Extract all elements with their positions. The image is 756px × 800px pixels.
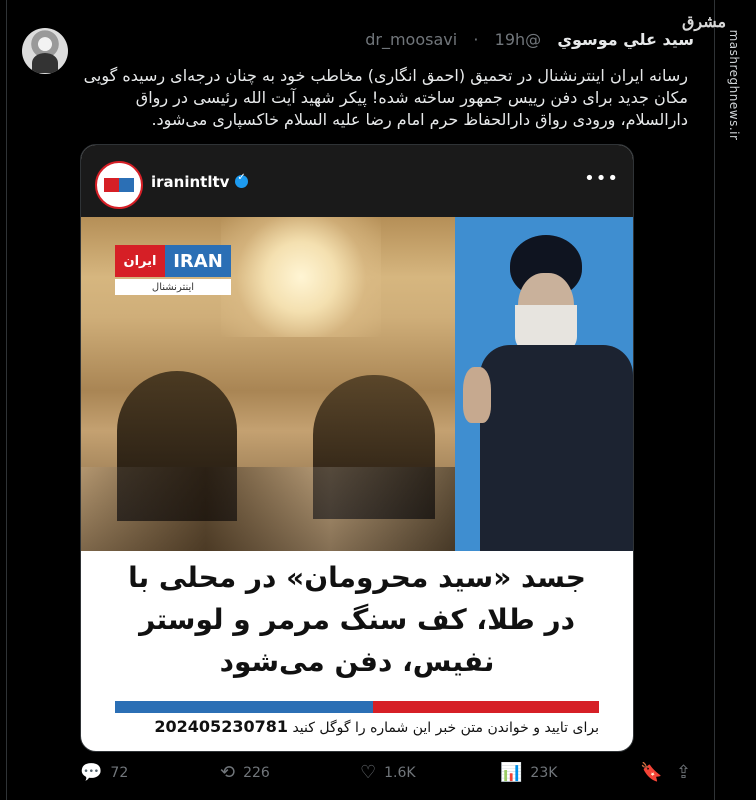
- card-footer: برای تایید و خواندن متن خبر این شماره را…: [154, 717, 599, 736]
- bookmark-button[interactable]: 🔖: [640, 764, 662, 782]
- like-button[interactable]: ♡ 1.6K: [360, 764, 416, 782]
- crowd-image: [81, 467, 455, 551]
- heart-icon: ♡: [360, 762, 377, 783]
- share-icon: ⇪: [676, 762, 692, 783]
- more-icon[interactable]: •••: [584, 168, 619, 189]
- headline: جسد «سید محرومان» در محلی با در طلا، کف …: [81, 551, 633, 689]
- tweet-card: سید علي موسوي @dr_moosavi · 19h رسانه ای…: [22, 28, 712, 800]
- embedded-post-header: iranintltv •••: [81, 145, 633, 217]
- tweet-text: رسانه ایران اینترنشنال در تحمیق (احمق ان…: [83, 66, 688, 129]
- views-button[interactable]: 📊 23K: [500, 764, 557, 782]
- cleric-photo: [455, 217, 633, 551]
- author-name[interactable]: سید علي موسوي: [557, 30, 694, 49]
- blue-bar: [115, 701, 373, 713]
- chandelier-image: [221, 217, 381, 337]
- timestamp[interactable]: 19h: [495, 30, 526, 49]
- share-button[interactable]: ⇪: [676, 764, 691, 782]
- tweet-actions: 💬 72 ⟲ 226 ♡ 1.6K 📊 23K 🔖 ⇪: [80, 764, 696, 792]
- embedded-post-card[interactable]: iranintltv ••• ایران IRAN اینترنشنال: [80, 144, 634, 752]
- bookmark-icon: 🔖: [640, 762, 663, 783]
- tweet-header: سید علي موسوي @dr_moosavi · 19h: [22, 30, 694, 49]
- reply-button[interactable]: 💬 72: [80, 764, 128, 782]
- red-bar: [373, 701, 599, 713]
- reply-icon: 💬: [80, 762, 103, 783]
- hand-shape: [463, 367, 491, 423]
- verified-icon: [235, 172, 249, 188]
- shrine-photo: ایران IRAN اینترنشنال: [81, 217, 455, 551]
- retweet-icon: ⟲: [220, 762, 236, 783]
- embedded-account-name[interactable]: iranintltv: [151, 172, 249, 191]
- views-icon: 📊: [500, 762, 523, 783]
- iran-international-logo: ایران IRAN اینترنشنال: [115, 245, 231, 307]
- separator-dot: ·: [473, 30, 479, 49]
- watermark-site: mashreghnews.ir: [727, 29, 741, 141]
- retweet-button[interactable]: ⟲ 226: [220, 764, 270, 782]
- account-logo[interactable]: [95, 161, 143, 209]
- left-divider: [6, 0, 7, 800]
- robe-shape: [480, 345, 633, 551]
